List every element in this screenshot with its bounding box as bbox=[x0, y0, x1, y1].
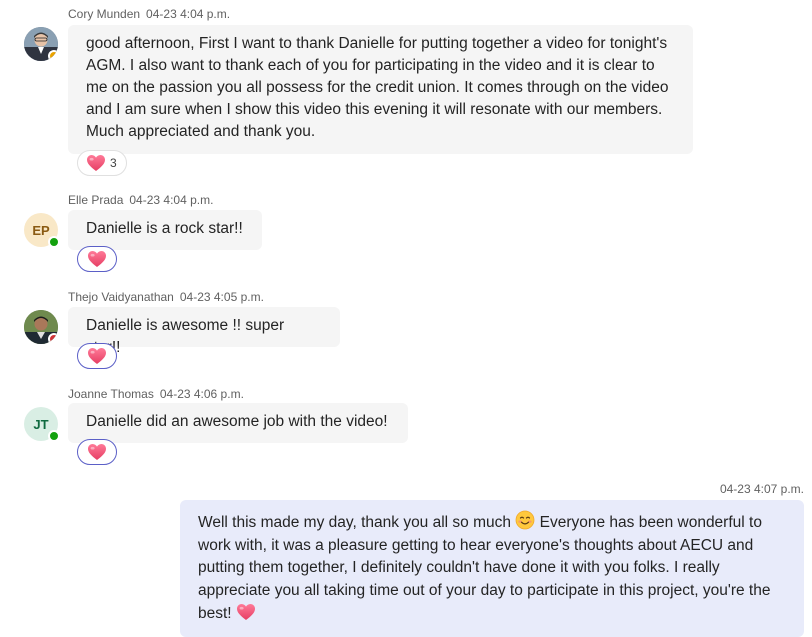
author-name: Cory Munden bbox=[68, 7, 141, 21]
message-bubble: good afternoon, First I want to thank Da… bbox=[68, 25, 693, 154]
message-text: Danielle is a rock star!! bbox=[86, 220, 243, 237]
own-message-text-part1: Well this made my day, thank you all so … bbox=[198, 514, 512, 531]
presence-available-icon bbox=[48, 236, 60, 248]
message-header: Elle Prada 04-23 4:04 p.m. bbox=[68, 193, 213, 207]
heart-icon bbox=[87, 250, 107, 268]
reaction-pill[interactable] bbox=[77, 439, 117, 465]
message-header: Joanne Thomas 04-23 4:06 p.m. bbox=[68, 387, 244, 401]
avatar[interactable] bbox=[24, 310, 58, 344]
message-bubble: Danielle is a rock star!! bbox=[68, 210, 262, 250]
heart-icon bbox=[87, 347, 107, 365]
author-name: Elle Prada bbox=[68, 193, 124, 207]
message-header: Thejo Vaidyanathan 04-23 4:05 p.m. bbox=[68, 290, 264, 304]
heart-icon bbox=[87, 443, 107, 461]
author-name: Joanne Thomas bbox=[68, 387, 154, 401]
presence-available-icon bbox=[48, 430, 60, 442]
avatar-initials: EP bbox=[32, 222, 50, 238]
chat-message[interactable]: Thejo Vaidyanathan 04-23 4:05 p.m. Daniel… bbox=[0, 287, 812, 377]
timestamp: 04-23 4:06 p.m. bbox=[159, 387, 244, 401]
timestamp: 04-23 4:04 p.m. bbox=[146, 7, 231, 21]
chat-message[interactable]: Joanne Thomas 04-23 4:06 p.m. JT Danielle… bbox=[0, 384, 812, 474]
presence-busy-icon bbox=[48, 333, 58, 344]
message-text: Danielle did an awesome job with the vid… bbox=[86, 413, 388, 430]
own-message-timestamp: 04-23 4:07 p.m. bbox=[719, 482, 804, 496]
chat-message[interactable]: Elle Prada 04-23 4:04 p.m. EP Danielle is… bbox=[0, 190, 812, 280]
avatar[interactable] bbox=[24, 27, 58, 61]
reaction-pill[interactable] bbox=[77, 343, 117, 369]
reaction-count: 3 bbox=[110, 156, 117, 170]
message-bubble: Danielle is awesome !! super star!! bbox=[68, 307, 340, 356]
chat-message[interactable]: Cory Munden 04-23 4:04 p.m. good afternoo… bbox=[0, 0, 812, 185]
avatar-initials: JT bbox=[33, 416, 49, 432]
presence-away-icon bbox=[48, 50, 58, 61]
message-header: Cory Munden 04-23 4:04 p.m. bbox=[68, 7, 230, 21]
timestamp: 04-23 4:05 p.m. bbox=[179, 290, 264, 304]
heart-icon bbox=[86, 154, 106, 172]
smiling-face-icon bbox=[515, 510, 535, 530]
message-bubble: Danielle did an awesome job with the vid… bbox=[68, 403, 408, 443]
own-message-bubble[interactable]: Well this made my day, thank you all so … bbox=[180, 500, 804, 637]
heart-icon bbox=[236, 603, 256, 621]
message-text: good afternoon, First I want to thank Da… bbox=[86, 35, 669, 140]
avatar[interactable]: JT bbox=[24, 407, 60, 442]
reaction-pill[interactable]: 3 bbox=[77, 150, 127, 176]
reaction-pill[interactable] bbox=[77, 246, 117, 272]
avatar[interactable]: EP bbox=[24, 213, 60, 248]
timestamp: 04-23 4:04 p.m. bbox=[129, 193, 214, 207]
author-name: Thejo Vaidyanathan bbox=[68, 290, 174, 304]
